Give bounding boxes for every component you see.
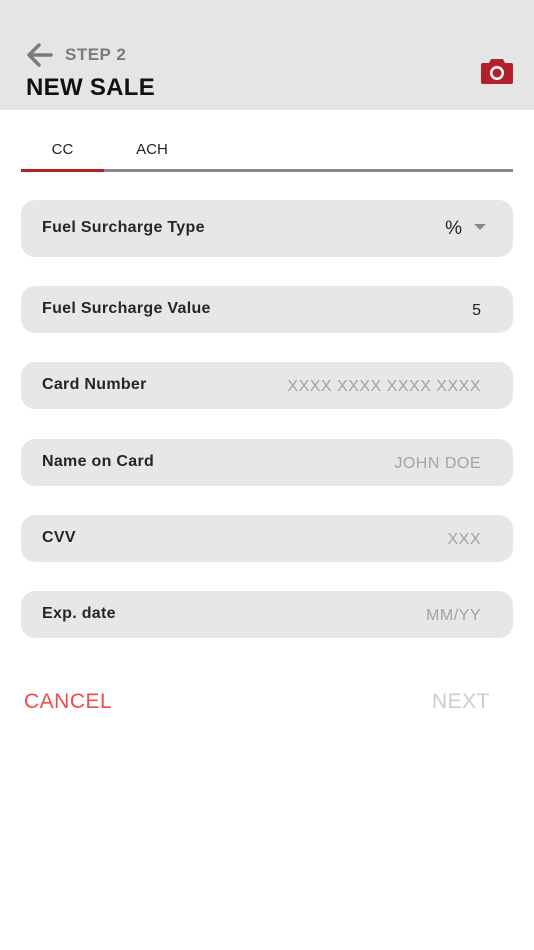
fuel-surcharge-value-input[interactable]: 5 — [472, 301, 481, 319]
fuel-surcharge-type-value: % — [445, 217, 462, 239]
chevron-down-icon — [474, 224, 486, 230]
card-number-label: Card Number — [42, 375, 147, 393]
camera-button[interactable] — [480, 56, 514, 86]
tab-cc[interactable]: CC — [21, 128, 104, 170]
name-on-card-field[interactable]: Name on Card JOHN DOE — [21, 439, 513, 486]
name-on-card-label: Name on Card — [42, 452, 155, 470]
tab-ach[interactable]: ACH — [118, 128, 186, 170]
exp-date-input[interactable]: MM/YY — [426, 606, 481, 624]
cvv-field[interactable]: CVV XXX — [21, 515, 513, 562]
fuel-surcharge-value-field[interactable]: Fuel Surcharge Value 5 — [21, 286, 513, 333]
exp-date-field[interactable]: Exp. date MM/YY — [21, 591, 513, 638]
camera-icon — [481, 59, 513, 84]
fuel-surcharge-type-label: Fuel Surcharge Type — [42, 218, 205, 236]
back-button[interactable] — [24, 40, 54, 70]
step-label: STEP 2 — [65, 45, 127, 64]
exp-date-label: Exp. date — [42, 604, 116, 622]
cancel-button[interactable]: CANCEL — [24, 690, 112, 714]
fuel-surcharge-type-select[interactable]: Fuel Surcharge Type % — [21, 200, 513, 257]
payment-method-tabs: CC ACH — [21, 128, 513, 172]
arrow-left-icon — [27, 43, 53, 67]
cvv-label: CVV — [42, 528, 76, 546]
header-bar: STEP 2 NEW SALE — [0, 0, 534, 110]
next-button[interactable]: NEXT — [432, 690, 490, 714]
page-title: NEW SALE — [26, 74, 156, 101]
card-number-field[interactable]: Card Number XXXX XXXX XXXX XXXX — [21, 362, 513, 409]
active-tab-indicator — [21, 169, 104, 172]
cvv-input[interactable]: XXX — [447, 530, 481, 548]
name-on-card-input[interactable]: JOHN DOE — [394, 454, 481, 472]
card-number-input[interactable]: XXXX XXXX XXXX XXXX — [287, 377, 481, 395]
fuel-surcharge-value-label: Fuel Surcharge Value — [42, 299, 211, 317]
